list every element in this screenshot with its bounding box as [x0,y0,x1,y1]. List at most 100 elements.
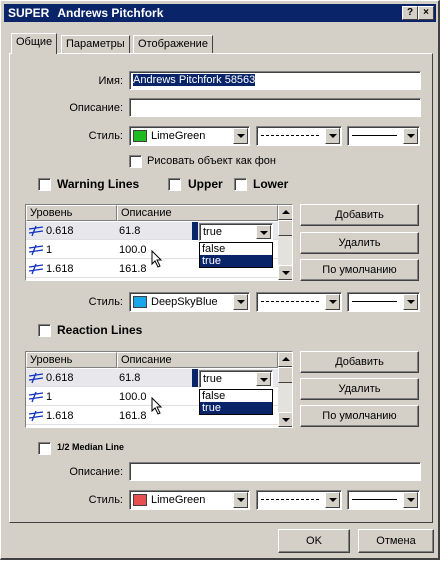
app-title: SUPER [8,6,50,20]
warning-color-select[interactable]: DeepSkyBlue [129,292,250,312]
chevron-down-icon[interactable] [233,492,248,508]
title-bar[interactable]: SUPER Andrews Pitchfork ? × [4,4,436,22]
option-false[interactable]: false [200,390,272,402]
reaction-lines-checkbox[interactable] [38,324,51,337]
row-value-select[interactable]: true [199,370,273,388]
lower-checkbox[interactable] [234,178,247,191]
line-width-select[interactable] [347,126,420,146]
line-style-select[interactable] [256,126,342,146]
level-line-icon [29,372,43,384]
median-color-select[interactable]: LimeGreen [129,490,250,510]
chevron-down-icon[interactable] [325,294,340,310]
column-header-level[interactable]: Уровень [26,205,117,221]
tab-general[interactable]: Общие [11,33,58,54]
row-level: 1.618 [46,410,74,422]
chevron-down-icon[interactable] [403,294,418,310]
tab-parameters[interactable]: Параметры [61,35,130,53]
ok-button[interactable]: OK [278,529,350,553]
solid-line-icon [352,301,397,302]
median-style-label: Стиль: [88,494,123,506]
name-field[interactable]: Andrews Pitchfork 58563 [129,71,421,90]
scroll-thumb[interactable] [278,367,292,383]
tab-display[interactable]: Отображение [133,35,213,53]
chevron-down-icon[interactable] [256,225,271,239]
table-scrollbar[interactable] [278,205,292,280]
warning-style-label: Стиль: [88,296,123,308]
close-button[interactable]: × [418,6,434,20]
reaction-delete-button[interactable]: Удалить [300,378,419,400]
color-swatch [133,494,147,506]
chevron-down-icon[interactable] [403,128,418,144]
row-description: 161.8 [119,410,147,422]
warning-delete-button[interactable]: Удалить [300,232,419,254]
dashed-line-icon [261,135,319,136]
pitchfork-properties-dialog: SUPER Andrews Pitchfork ? × Общие Парамет… [0,0,440,560]
scroll-up-icon[interactable] [278,205,292,220]
lower-label: Lower [253,177,289,191]
upper-checkbox[interactable] [168,178,181,191]
scroll-thumb[interactable] [278,220,292,236]
chevron-down-icon[interactable] [403,492,418,508]
mouse-cursor-icon [151,250,163,268]
option-false[interactable]: false [200,243,272,255]
color-swatch [133,296,147,308]
chevron-down-icon[interactable] [233,294,248,310]
mouse-cursor-icon [151,397,163,415]
object-title: Andrews Pitchfork [57,6,164,20]
warning-line-style-select[interactable] [256,292,342,312]
chevron-down-icon[interactable] [325,492,340,508]
level-line-icon [29,391,43,403]
row-selection-marker [192,222,198,240]
cancel-button[interactable]: Отмена [358,529,434,553]
column-header-level[interactable]: Уровень [26,352,117,368]
reaction-levels-table: Уровень Описание 0.618 61.8 1 100.0 1.61… [25,351,293,428]
level-line-icon [29,263,43,275]
row-value-select[interactable]: true [199,223,273,241]
warning-default-button[interactable]: По умолчанию [300,259,419,281]
value-dropdown: false true [199,389,273,415]
reaction-add-button[interactable]: Добавить [300,351,419,373]
column-header-description[interactable]: Описание [117,205,278,221]
option-true[interactable]: true [200,402,272,414]
scroll-up-icon[interactable] [278,352,292,367]
dashed-line-icon [261,301,319,302]
general-tab-panel [9,53,433,523]
color-select[interactable]: LimeGreen [129,126,250,146]
name-label: Имя: [98,75,123,87]
median-line-width-select[interactable] [347,490,420,510]
help-button[interactable]: ? [402,6,418,20]
median-line-style-select[interactable] [256,490,342,510]
table-scrollbar[interactable] [278,352,292,427]
upper-label: Upper [188,177,223,191]
reaction-default-button[interactable]: По умолчанию [300,405,419,427]
warning-lines-checkbox[interactable] [38,178,51,191]
chevron-down-icon[interactable] [233,128,248,144]
median-description-label: Описание: [69,466,123,478]
color-select-value: LimeGreen [151,130,206,142]
column-header-description[interactable]: Описание [117,352,278,368]
scroll-down-icon[interactable] [278,412,292,427]
draw-as-background-checkbox[interactable] [129,155,142,168]
row-description: 100.0 [119,244,147,256]
name-value: Andrews Pitchfork 58563 [133,74,256,86]
level-line-icon [29,225,43,237]
median-description-field[interactable] [129,462,421,481]
row-level: 0.618 [46,372,74,384]
option-true[interactable]: true [200,255,272,267]
scroll-down-icon[interactable] [278,265,292,280]
warning-add-button[interactable]: Добавить [300,204,419,226]
median-color-value: LimeGreen [151,494,206,506]
warning-levels-table: Уровень Описание 0.618 61.8 1 100.0 1.61… [25,204,293,281]
description-field[interactable] [129,98,421,117]
row-value: true [203,226,222,238]
row-level: 1 [46,391,53,403]
row-value: true [203,373,222,385]
description-label: Описание: [69,102,123,114]
reaction-lines-label: Reaction Lines [57,323,143,337]
level-line-icon [29,244,43,256]
median-line-checkbox[interactable] [38,442,51,455]
chevron-down-icon[interactable] [256,372,271,386]
warning-line-width-select[interactable] [347,292,420,312]
warning-lines-label: Warning Lines [57,177,140,191]
chevron-down-icon[interactable] [325,128,340,144]
